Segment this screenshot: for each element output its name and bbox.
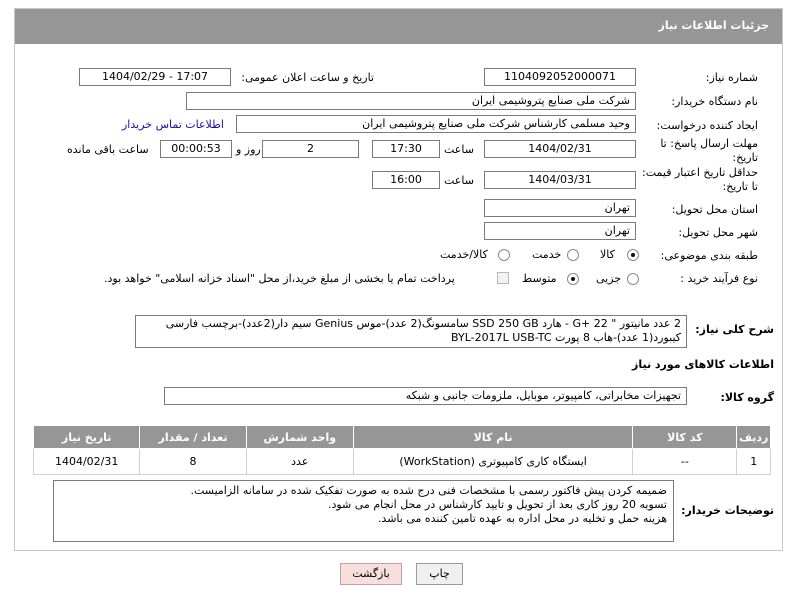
creator-field: وحید مسلمی کارشناس شرکت ملی صنایع پتروشی…: [236, 115, 636, 133]
category-label: طبقه بندی موضوعی:: [660, 249, 758, 262]
days-label: روز و: [236, 143, 261, 156]
description-field: 2 عدد مانیتور " 22 +G - هارد SSD 250 GB …: [135, 315, 687, 348]
col-quantity: تعداد / مقدار: [139, 425, 247, 449]
category-service-radio[interactable]: [567, 249, 579, 261]
validity-time-label: ساعت: [444, 174, 474, 187]
need-number-label: شماره نیاز:: [705, 71, 758, 84]
process-minor-label: جزیی: [596, 272, 622, 285]
category-goods-label: کالا: [600, 248, 615, 261]
days-remaining-field: 2: [262, 140, 359, 158]
process-label: نوع فرآیند خرید :: [680, 272, 758, 285]
col-code: کد کالا: [632, 425, 738, 449]
validity-label: حداقل تاریخ اعتبار قیمت: تا تاریخ:: [642, 166, 758, 193]
cell-row: 1: [736, 448, 771, 475]
description-label: شرح کلی نیاز:: [695, 323, 774, 336]
print-button[interactable]: چاپ: [416, 563, 463, 585]
buyer-notes-label: توضیحات خریدار:: [681, 504, 774, 517]
treasury-payment-checkbox[interactable]: [497, 272, 509, 284]
goods-section-title: اطلاعات کالاهای مورد نیاز: [632, 358, 774, 371]
items-table: ردیف کد کالا نام کالا واحد شمارش تعداد /…: [32, 425, 771, 475]
category-goods-service-label: کالا/خدمت: [440, 248, 488, 261]
deadline-time-label: ساعت: [444, 143, 474, 156]
remaining-label: ساعت باقی مانده: [67, 143, 149, 156]
cell-need-date: 1404/02/31: [32, 448, 141, 475]
category-goods-radio[interactable]: [627, 249, 639, 261]
validity-time-field: 16:00: [372, 171, 440, 189]
description-line-1: 2 عدد مانیتور " 22 +G - هارد SSD 250 GB …: [165, 317, 681, 330]
cell-unit: عدد: [245, 448, 354, 475]
validity-date-field: 1404/03/31: [484, 171, 636, 189]
goods-group-label: گروه کالا:: [720, 391, 774, 404]
buyer-org-field: شرکت ملی صنایع پتروشیمی ایران: [186, 92, 636, 110]
category-service-label: خدمت: [532, 248, 562, 261]
back-button[interactable]: بازگشت: [340, 563, 402, 585]
category-goods-service-radio[interactable]: [498, 249, 510, 261]
col-need-date: تاریخ نیاز: [32, 425, 141, 449]
city-label: شهر محل تحویل:: [678, 226, 758, 239]
col-name: نام کالا: [352, 425, 634, 449]
buyer-notes-line-1: ضمیمه کردن پیش فاکتور رسمی با مشخصات فنی…: [190, 484, 667, 497]
buyer-contact-link[interactable]: اطلاعات تماس خریدار: [122, 118, 224, 131]
process-medium-label: متوسط: [522, 272, 557, 285]
items-table-header: ردیف کد کالا نام کالا واحد شمارش تعداد /…: [32, 425, 771, 449]
buyer-notes-field: ضمیمه کردن پیش فاکتور رسمی با مشخصات فنی…: [53, 480, 674, 542]
announce-date-label: تاریخ و ساعت اعلان عمومی:: [241, 71, 374, 84]
treasury-payment-note: پرداخت تمام یا بخشی از مبلغ خرید،از محل …: [104, 272, 455, 285]
cell-name: ایستگاه کاری کامپیوتری (WorkStation): [352, 448, 634, 475]
province-label: استان محل تحویل:: [671, 203, 758, 216]
table-row: 1 -- ایستگاه کاری کامپیوتری (WorkStation…: [32, 448, 771, 475]
creator-label: ایجاد کننده درخواست:: [656, 119, 758, 132]
remaining-time-field: 00:00:53: [160, 140, 232, 158]
description-line-2: کیبورد(1 عدد)-هاب 8 پورت BYL-2017L USB-T…: [451, 331, 681, 344]
col-row: ردیف: [736, 425, 771, 449]
deadline-date-field: 1404/02/31: [484, 140, 636, 158]
col-unit: واحد شمارش: [245, 425, 354, 449]
panel-title: جزئیات اطلاعات نیاز: [15, 9, 782, 44]
buyer-notes-line-2: تسویه 20 روز کاری بعد از تحویل و تایید ک…: [327, 498, 667, 511]
process-minor-radio[interactable]: [627, 273, 639, 285]
buyer-org-label: نام دستگاه خریدار:: [671, 95, 758, 108]
cell-quantity: 8: [139, 448, 247, 475]
goods-group-field: تجهیزات مخابراتی، کامپیوتر، موبایل، ملزو…: [164, 387, 687, 405]
deadline-time-field: 17:30: [372, 140, 440, 158]
cell-code: --: [632, 448, 738, 475]
need-number-field: 1104092052000071: [484, 68, 636, 86]
city-field: تهران: [484, 222, 636, 240]
deadline-label: مهلت ارسال پاسخ: تا تاریخ:: [660, 137, 758, 164]
process-medium-radio[interactable]: [567, 273, 579, 285]
province-field: تهران: [484, 199, 636, 217]
announce-date-field: 1404/02/29 - 17:07: [79, 68, 231, 86]
buyer-notes-line-3: هزینه حمل و تخلیه در محل اداره به عهده ت…: [377, 512, 667, 525]
